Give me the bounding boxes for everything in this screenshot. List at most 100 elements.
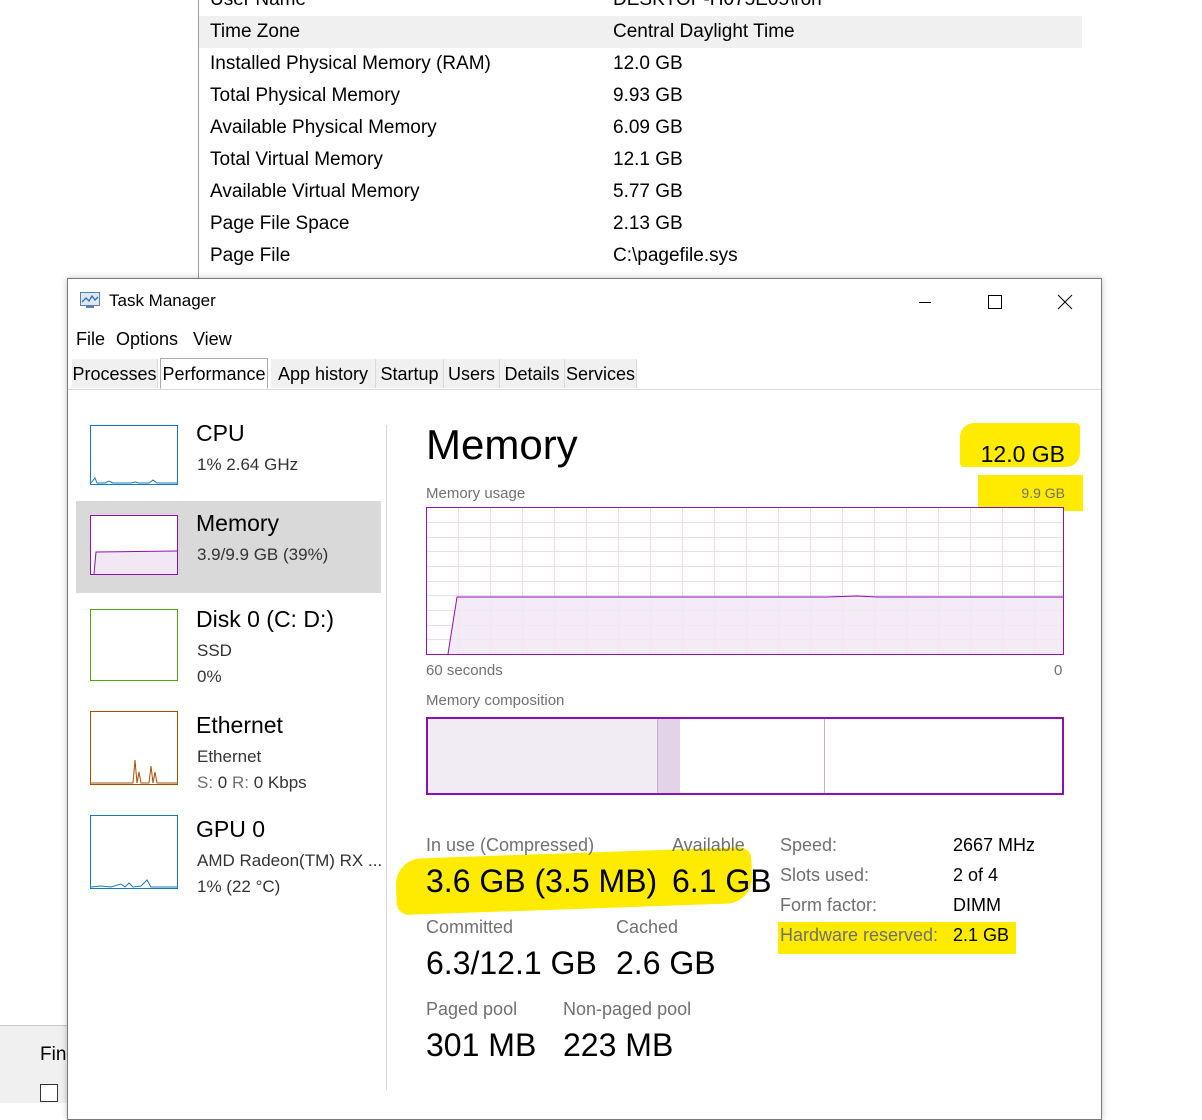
menu-file[interactable]: File <box>76 329 105 350</box>
sidebar-name: Disk 0 (C: D:) <box>196 606 334 632</box>
form-factor-label: Form factor: <box>780 895 878 915</box>
tab-processes[interactable]: Processes <box>72 359 158 388</box>
sysinfo-key: Time Zone <box>210 21 301 42</box>
memory-usage-label: Memory usage <box>426 485 526 502</box>
in-use-value: 3.6 GB (3.5 MB) <box>426 863 658 899</box>
composition-modified[interactable] <box>657 719 681 793</box>
committed-value: 6.3/12.1 GB <box>426 945 597 981</box>
task-manager-window: Task Manager File Options View Processes… <box>67 278 1102 1120</box>
tab-users[interactable]: Users <box>444 359 500 388</box>
form-factor-value: DIMM <box>953 895 1001 915</box>
sidebar-detail: SSD <box>197 641 232 660</box>
system-information-panel: User Name DESKTOP-H075E05\ron Time Zone … <box>198 0 1202 290</box>
sysinfo-row[interactable]: User Name DESKTOP-H075E05\ron <box>199 0 1082 16</box>
close-button[interactable] <box>1030 279 1100 325</box>
non-paged-pool-label: Non-paged pool <box>563 999 692 1019</box>
sidebar-name: Memory <box>196 510 280 536</box>
sidebar-detail: AMD Radeon(TM) RX ... <box>197 851 383 870</box>
sysinfo-row[interactable]: Total Virtual Memory 12.1 GB <box>199 144 1082 176</box>
in-use-label: In use (Compressed) <box>426 835 595 855</box>
sysinfo-key: Available Virtual Memory <box>210 181 420 202</box>
composition-in-use[interactable] <box>428 719 658 793</box>
memory-total: 12.0 GB <box>980 441 1065 467</box>
cpu-thumbnail-graph <box>90 425 178 485</box>
memory-usage-max: 9.9 GB <box>1021 485 1065 501</box>
sysinfo-value: 12.1 GB <box>613 149 683 170</box>
gpu-thumbnail-graph <box>90 815 178 889</box>
tab-services[interactable]: Services <box>565 359 637 388</box>
hardware-reserved-label: Hardware reserved: <box>780 925 939 945</box>
tab-startup[interactable]: Startup <box>376 359 444 388</box>
graph-axis-left: 60 seconds <box>426 662 503 679</box>
pane-divider[interactable] <box>386 425 387 1090</box>
composition-standby[interactable] <box>680 719 825 793</box>
sysinfo-value: C:\pagefile.sys <box>613 245 738 266</box>
sidebar-item-memory[interactable]: Memory 3.9/9.9 GB (39%) <box>76 501 381 593</box>
sysinfo-key: User Name <box>210 0 306 16</box>
sysinfo-row[interactable]: Page File Space 2.13 GB <box>199 208 1082 240</box>
composition-free[interactable] <box>825 719 1062 793</box>
maximize-button[interactable] <box>960 279 1030 325</box>
sysinfo-value: 12.0 GB <box>613 53 683 74</box>
sysinfo-key: Installed Physical Memory (RAM) <box>210 53 491 74</box>
sidebar-detail: 1% 2.64 GHz <box>197 455 299 474</box>
find-window: Fin <box>0 1025 70 1103</box>
sidebar-item-ethernet[interactable]: Ethernet Ethernet S: 0 R: 0 Kbps <box>76 703 381 795</box>
close-icon <box>1057 294 1073 310</box>
menu-options[interactable]: Options <box>116 329 178 350</box>
paged-pool-value: 301 MB <box>426 1027 537 1063</box>
sysinfo-row[interactable]: Available Virtual Memory 5.77 GB <box>199 176 1082 208</box>
non-paged-pool-value: 223 MB <box>563 1027 674 1063</box>
committed-label: Committed <box>426 917 514 937</box>
sysinfo-value: 9.93 GB <box>613 85 683 106</box>
send-label: S: <box>197 773 214 792</box>
sysinfo-key: Total Physical Memory <box>210 85 401 106</box>
menu-view[interactable]: View <box>193 329 232 350</box>
paged-pool-label: Paged pool <box>426 999 518 1019</box>
sysinfo-value: DESKTOP-H075E05\ron <box>613 0 822 16</box>
sysinfo-row[interactable]: Time Zone Central Daylight Time <box>199 16 1082 48</box>
sysinfo-row[interactable]: Installed Physical Memory (RAM) 12.0 GB <box>199 48 1082 80</box>
sidebar-name: CPU <box>196 420 245 446</box>
sysinfo-key: Page File <box>210 245 291 266</box>
cached-value: 2.6 GB <box>616 945 716 981</box>
sysinfo-key: Available Physical Memory <box>210 117 437 138</box>
window-title: Task Manager <box>109 291 216 310</box>
sysinfo-row[interactable]: Page File C:\pagefile.sys <box>199 240 1082 272</box>
sysinfo-value: Central Daylight Time <box>613 21 795 42</box>
receive-label: R: <box>232 773 249 792</box>
graph-axis-right: 0 <box>1054 662 1063 679</box>
sidebar-item-disk[interactable]: Disk 0 (C: D:) SSD 0% <box>76 597 381 689</box>
page-title: Memory <box>426 421 578 468</box>
sidebar-name: Ethernet <box>196 712 283 738</box>
cached-label: Cached <box>616 917 679 937</box>
send-value: 0 <box>217 773 228 792</box>
find-label: Fin <box>40 1044 67 1065</box>
tab-strip: Processes Performance App history Startu… <box>68 358 1101 390</box>
hardware-reserved-value: 2.1 GB <box>953 925 1010 945</box>
sidebar-detail: 1% (22 °C) <box>197 877 281 896</box>
tab-app-history[interactable]: App history <box>271 359 376 388</box>
memory-composition-label: Memory composition <box>426 692 565 709</box>
sidebar-name: GPU 0 <box>196 816 266 842</box>
tab-performance[interactable]: Performance <box>160 358 268 389</box>
sidebar-detail: Ethernet <box>197 747 262 766</box>
resource-sidebar: CPU 1% 2.64 GHz Memory 3.9/9.9 GB (39%) … <box>68 389 386 1119</box>
find-checkbox[interactable] <box>40 1084 58 1102</box>
sidebar-item-cpu[interactable]: CPU 1% 2.64 GHz <box>76 411 381 503</box>
sysinfo-row[interactable]: Total Physical Memory 9.93 GB <box>199 80 1082 112</box>
sidebar-detail: S: 0 R: 0 Kbps <box>197 773 307 793</box>
memory-thumbnail-graph <box>90 515 178 575</box>
sidebar-item-gpu[interactable]: GPU 0 AMD Radeon(TM) RX ... 1% (22 °C) <box>76 807 383 899</box>
maximize-icon <box>988 295 1002 309</box>
sidebar-detail: 0% <box>197 667 222 686</box>
title-bar[interactable]: Task Manager <box>68 279 1101 325</box>
sidebar-detail: 3.9/9.9 GB (39%) <box>197 545 329 564</box>
minimize-button[interactable] <box>890 279 960 325</box>
sysinfo-row[interactable]: Available Physical Memory 6.09 GB <box>199 112 1082 144</box>
minimize-icon <box>919 302 931 303</box>
sysinfo-key: Total Virtual Memory <box>210 149 383 170</box>
tab-details[interactable]: Details <box>500 359 565 388</box>
sysinfo-value: 6.09 GB <box>613 117 683 138</box>
available-value: 6.1 GB <box>672 863 772 899</box>
